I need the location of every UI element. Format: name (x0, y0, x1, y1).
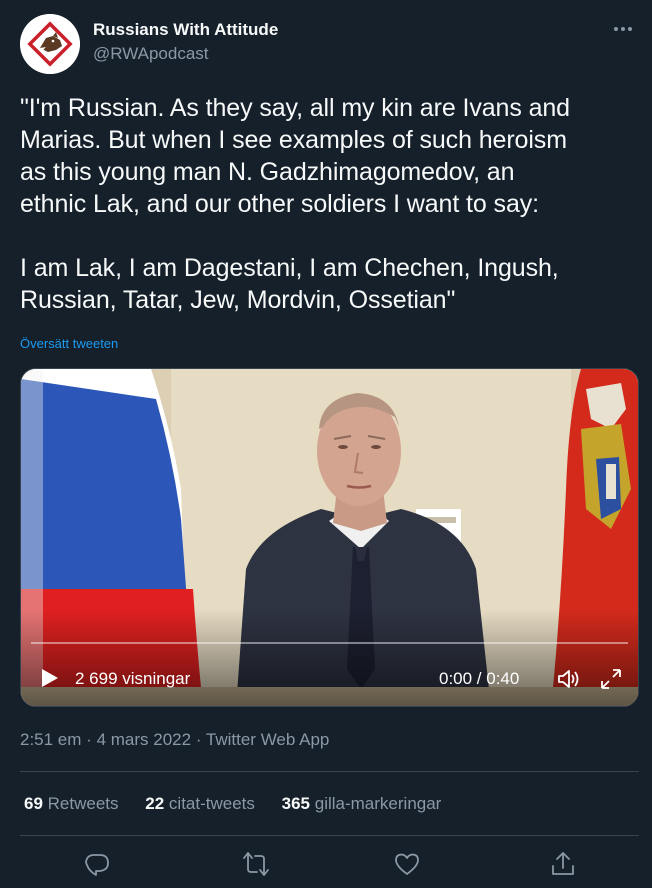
meta-separator: · (195, 730, 202, 749)
tweet-date[interactable]: 4 mars 2022 (97, 730, 192, 749)
retweets-count: 69 (24, 794, 43, 813)
translate-tweet-link[interactable]: Översätt tweeten (20, 336, 118, 351)
tweet-line: ethnic Lak, and our other soldiers I wan… (20, 190, 540, 218)
tweet: Russians With Attitude @RWApodcast "I'm … (0, 0, 652, 888)
reply-icon (85, 854, 109, 876)
likes-stat[interactable]: 365 gilla-markeringar (282, 794, 442, 813)
tweet-text: "I'm Russian. As they say, all my kin ar… (20, 92, 640, 316)
like-button[interactable] (393, 850, 421, 878)
view-count: 2 699 visningar (75, 669, 191, 688)
reply-button[interactable] (83, 850, 111, 878)
tweet-time[interactable]: 2:51 em (20, 730, 81, 749)
meta-separator: · (86, 730, 92, 749)
volume-button[interactable] (555, 666, 581, 692)
fullscreen-button[interactable] (598, 666, 624, 692)
video-frame (21, 369, 638, 706)
divider (20, 771, 639, 772)
divider (20, 835, 639, 836)
video-progress-bar[interactable] (31, 642, 628, 644)
likes-count: 365 (281, 794, 311, 813)
tweet-meta: 2:51 em · 4 mars 2022 · Twitter Web App (20, 730, 329, 750)
play-button[interactable] (37, 666, 61, 690)
retweet-icon (243, 852, 269, 876)
retweet-button[interactable] (242, 850, 270, 878)
play-icon (42, 669, 58, 687)
handle[interactable]: @RWApodcast (93, 44, 209, 64)
heart-icon (395, 853, 419, 875)
tweet-stats: 69 Retweets 22 citat-tweets 365 gilla-ma… (24, 794, 463, 814)
volume-icon (558, 670, 579, 688)
share-button[interactable] (549, 850, 577, 878)
likes-label: gilla-markeringar (314, 794, 442, 813)
retweets-stat[interactable]: 69 Retweets (24, 794, 119, 813)
quotes-label: citat-tweets (168, 794, 255, 813)
tweet-line: Russian, Tatar, Jew, Mordvin, Ossetian" (20, 286, 456, 314)
tweet-line: Marias. But when I see examples of such … (20, 126, 567, 154)
more-options-button[interactable] (610, 18, 636, 40)
tweet-line: I am Lak, I am Dagestani, I am Chechen, … (20, 254, 559, 282)
video-time: 0:00 / 0:40 (439, 669, 520, 688)
fullscreen-icon (601, 669, 621, 689)
tweet-line: "I'm Russian. As they say, all my kin ar… (20, 94, 570, 122)
more-dots-icon (614, 27, 632, 31)
avatar-logo (20, 14, 80, 74)
retweets-label: Retweets (47, 794, 119, 813)
tweet-line: as this young man N. Gadzhimagomedov, an (20, 158, 515, 186)
quotes-count: 22 (145, 794, 165, 813)
video-player[interactable]: 2 699 visningar 0:00 / 0:40 (20, 368, 639, 707)
tweet-source[interactable]: Twitter Web App (206, 730, 329, 749)
avatar[interactable] (20, 14, 80, 74)
quotes-stat[interactable]: 22 citat-tweets (145, 794, 255, 813)
display-name[interactable]: Russians With Attitude (93, 20, 278, 40)
share-icon (552, 852, 574, 875)
